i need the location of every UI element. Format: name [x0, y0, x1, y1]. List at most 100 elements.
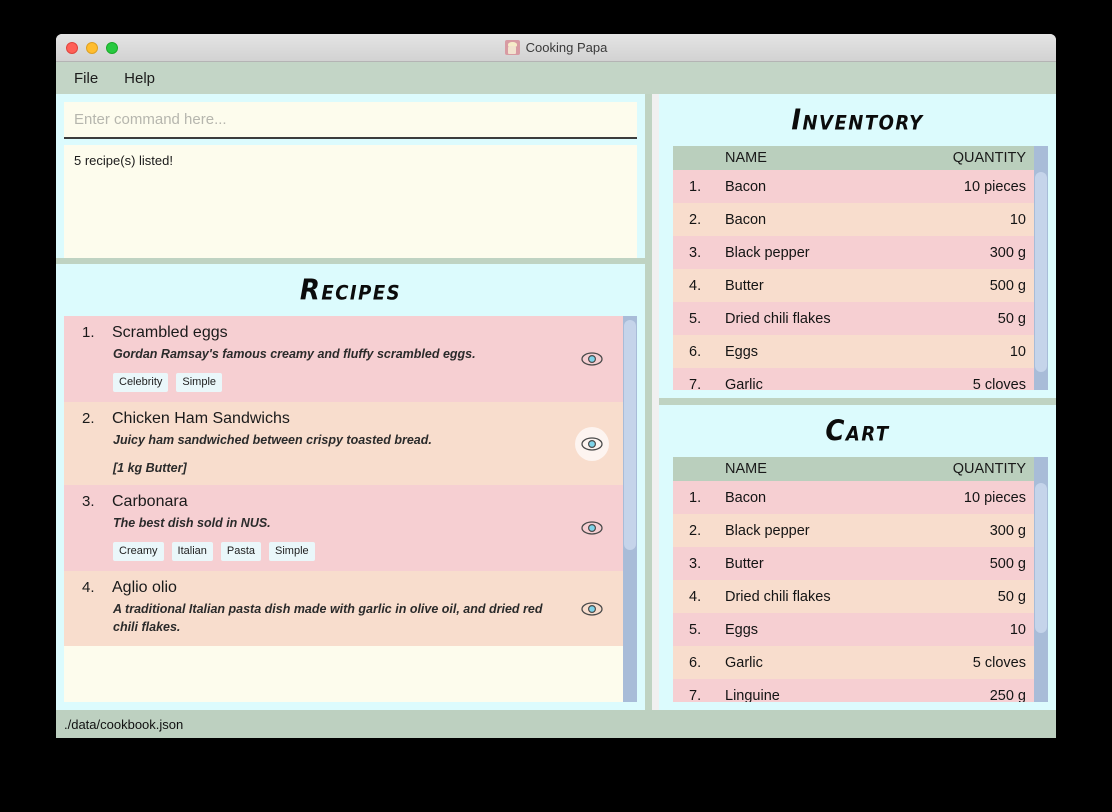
recipe-name: Aglio olio: [112, 579, 177, 597]
close-button[interactable]: [66, 41, 78, 54]
eye-icon: [581, 436, 603, 451]
recipes-scrollbar-thumb[interactable]: [624, 320, 636, 550]
table-row[interactable]: 3. Butter 500 g: [673, 547, 1034, 580]
output-text: 5 recipe(s) listed!: [74, 153, 173, 168]
eye-icon: [581, 352, 603, 366]
inventory-table: NAME QUANTITY 1. Bacon 10 pieces 2. Baco…: [673, 146, 1034, 390]
recipe-tag: Celebrity: [113, 373, 169, 392]
table-row[interactable]: 2. Bacon 10: [673, 203, 1034, 236]
view-recipe-button[interactable]: [575, 342, 609, 376]
row-index: 6.: [689, 343, 702, 360]
recipe-card[interactable]: 4. Aglio olio A traditional Italian past…: [64, 571, 623, 647]
recipe-index: 2.: [82, 409, 95, 427]
recipes-panel: Recipes 1. Scrambled eggs Gordan Ramsay'…: [56, 264, 645, 710]
row-quantity: 250 g: [989, 687, 1026, 703]
cart-scrollbar[interactable]: [1034, 457, 1048, 702]
cart-scrollbar-thumb[interactable]: [1035, 483, 1047, 633]
recipe-tag: Simple: [269, 542, 315, 562]
row-name: Black pepper: [725, 522, 810, 539]
recipe-header: 2. Chicken Ham Sandwichs: [82, 410, 573, 428]
table-row[interactable]: 7. Linguine 250 g: [673, 679, 1034, 702]
row-quantity: 50 g: [997, 310, 1026, 327]
table-row[interactable]: 4. Butter 500 g: [673, 269, 1034, 302]
maximize-button[interactable]: [106, 41, 118, 54]
table-row[interactable]: 2. Black pepper 300 g: [673, 514, 1034, 547]
inventory-rows: 1. Bacon 10 pieces 2. Bacon 10 3. Black …: [673, 170, 1034, 390]
recipe-name: Chicken Ham Sandwichs: [112, 409, 290, 427]
row-name: Bacon: [725, 489, 767, 506]
eye-icon: [581, 521, 603, 535]
column-name: NAME: [725, 150, 767, 166]
recipes-scrollbar[interactable]: [623, 316, 637, 702]
view-recipe-button[interactable]: [575, 511, 609, 545]
recipe-card[interactable]: 1. Scrambled eggs Gordan Ramsay's famous…: [64, 316, 623, 402]
cart-table-wrapper: NAME QUANTITY 1. Bacon 10 pieces 2. Blac…: [673, 457, 1048, 702]
row-name: Bacon: [725, 211, 767, 228]
row-name: Bacon: [725, 178, 767, 195]
row-index: 5.: [689, 621, 702, 638]
view-recipe-button[interactable]: [575, 426, 609, 461]
recipe-tag: Italian: [171, 542, 213, 562]
minimize-button[interactable]: [86, 41, 98, 54]
recipe-header: 3. Carbonara: [82, 493, 573, 511]
table-row[interactable]: 1. Bacon 10 pieces: [673, 170, 1034, 203]
command-area: 5 recipe(s) listed!: [56, 94, 645, 264]
command-input[interactable]: [64, 102, 637, 139]
recipe-tag: Creamy: [113, 542, 164, 562]
column-name: NAME: [725, 461, 767, 477]
menu-file[interactable]: File: [74, 70, 98, 87]
cart-table-header: NAME QUANTITY: [673, 457, 1034, 481]
recipe-index: 3.: [82, 493, 95, 511]
row-quantity: 50 g: [997, 588, 1026, 605]
row-name: Black pepper: [725, 244, 810, 261]
statusbar: ./data/cookbook.json: [56, 710, 1056, 738]
recipe-card[interactable]: 3. Carbonara The best dish sold in NUS. …: [64, 485, 623, 572]
row-index: 4.: [689, 588, 702, 605]
table-row[interactable]: 4. Dried chili flakes 50 g: [673, 580, 1034, 613]
recipe-index: 4.: [82, 579, 95, 597]
table-row[interactable]: 1. Bacon 10 pieces: [673, 481, 1034, 514]
inventory-heading: Inventory: [791, 104, 924, 138]
row-name: Linguine: [725, 687, 780, 703]
row-index: 7.: [689, 687, 702, 703]
view-recipe-button[interactable]: [575, 592, 609, 626]
titlebar: Cooking Papa: [56, 34, 1056, 62]
cart-table: NAME QUANTITY 1. Bacon 10 pieces 2. Blac…: [673, 457, 1034, 702]
output-display: 5 recipe(s) listed!: [64, 145, 637, 258]
row-quantity: 500 g: [989, 277, 1026, 294]
row-quantity: 10 pieces: [963, 489, 1026, 506]
recipes-heading: Recipes: [299, 274, 402, 308]
row-index: 3.: [689, 244, 702, 261]
row-index: 5.: [689, 310, 702, 327]
recipe-index: 1.: [82, 324, 95, 341]
row-quantity: 300 g: [989, 244, 1026, 261]
menu-help[interactable]: Help: [124, 70, 155, 87]
table-row[interactable]: 5. Dried chili flakes 50 g: [673, 302, 1034, 335]
row-quantity: 10: [1009, 621, 1026, 638]
row-quantity: 10: [1009, 211, 1026, 228]
inventory-table-wrapper: NAME QUANTITY 1. Bacon 10 pieces 2. Baco…: [673, 146, 1048, 390]
row-index: 1.: [689, 489, 702, 506]
row-quantity: 500 g: [989, 555, 1026, 572]
row-quantity: 5 cloves: [972, 376, 1026, 391]
table-row[interactable]: 5. Eggs 10: [673, 613, 1034, 646]
table-row[interactable]: 6. Eggs 10: [673, 335, 1034, 368]
app-window: Cooking Papa File Help 5 recipe(s) liste…: [56, 34, 1056, 738]
row-name: Butter: [725, 555, 764, 572]
table-row[interactable]: 7. Garlic 5 cloves: [673, 368, 1034, 390]
inventory-scrollbar[interactable]: [1034, 146, 1048, 390]
recipe-description: The best dish sold in NUS.: [113, 516, 271, 531]
table-row[interactable]: 6. Garlic 5 cloves: [673, 646, 1034, 679]
table-row[interactable]: 3. Black pepper 300 g: [673, 236, 1034, 269]
recipe-list: 1. Scrambled eggs Gordan Ramsay's famous…: [64, 316, 623, 702]
row-index: 3.: [689, 555, 702, 572]
column-quantity: QUANTITY: [952, 461, 1026, 477]
row-index: 7.: [689, 376, 702, 391]
row-quantity: 10: [1009, 343, 1026, 360]
inventory-scrollbar-thumb[interactable]: [1035, 172, 1047, 372]
recipe-card[interactable]: 2. Chicken Ham Sandwichs Juicy ham sandw…: [64, 401, 623, 486]
cart-rows: 1. Bacon 10 pieces 2. Black pepper 300 g…: [673, 481, 1034, 702]
inventory-panel: Inventory NAME QUANTITY 1. Bacon 10 piec…: [659, 94, 1056, 398]
chef-icon: [504, 40, 520, 55]
window-title: Cooking Papa: [525, 40, 608, 55]
